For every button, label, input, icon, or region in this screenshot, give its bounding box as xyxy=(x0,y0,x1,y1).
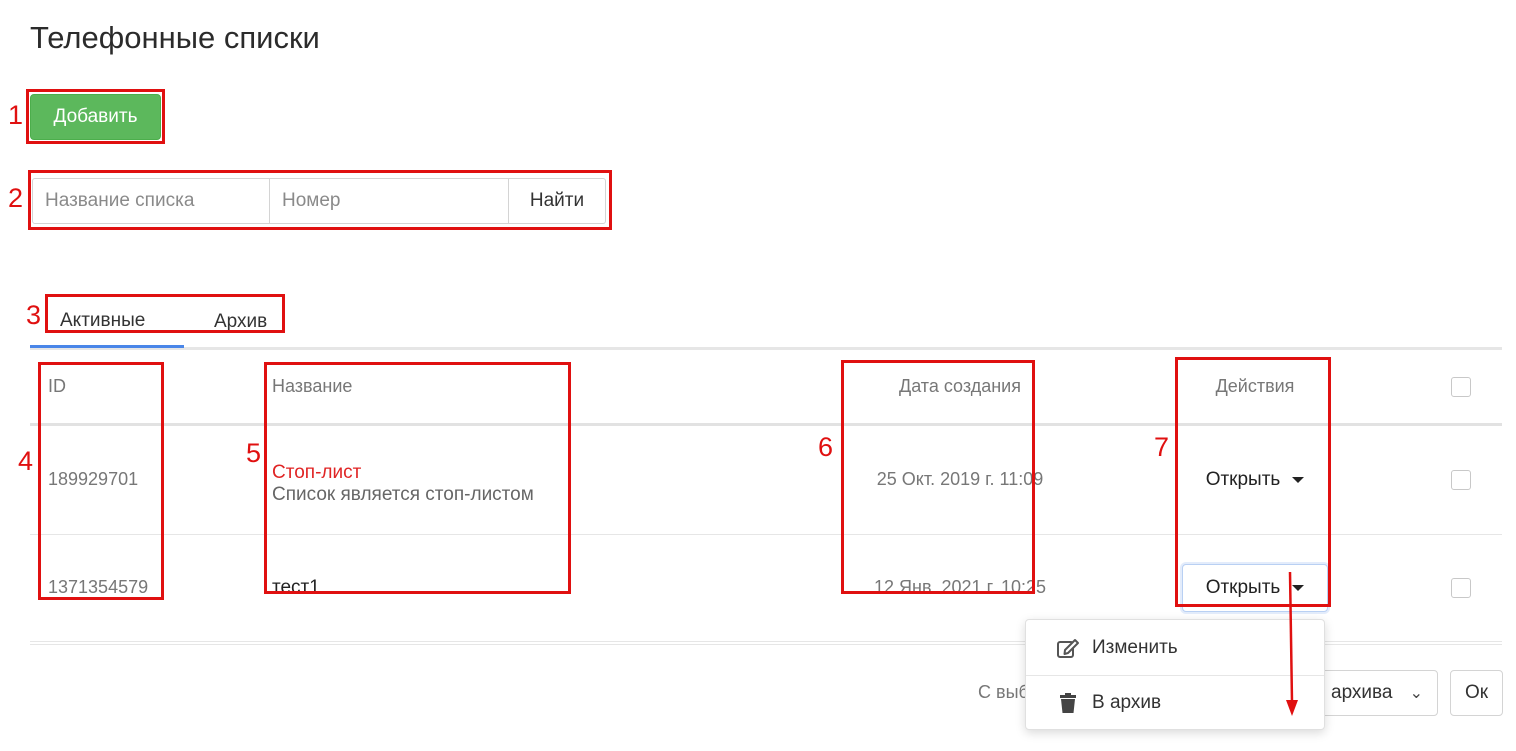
bulk-action-label: С выб xyxy=(978,682,1029,702)
dropdown-item-edit[interactable]: Изменить xyxy=(1026,620,1324,675)
select-all-checkbox[interactable] xyxy=(1451,376,1471,397)
annotation-number: 6 xyxy=(818,432,834,462)
row-id: 189929701 xyxy=(30,424,270,535)
open-dropdown-button[interactable]: Открыть xyxy=(1182,455,1328,504)
row-actions-cell: Открыть xyxy=(1090,424,1420,535)
row-id: 1371354579 xyxy=(30,534,270,642)
row-name-cell: тест1 xyxy=(270,534,830,642)
header-select-all xyxy=(1420,350,1502,426)
caret-down-icon xyxy=(1292,476,1305,483)
dropdown-item-archive[interactable]: В архив xyxy=(1026,675,1324,730)
open-button-label: Открыть xyxy=(1205,576,1281,598)
row-name-cell: Стоп-лист Список является стоп-листом xyxy=(270,424,830,535)
dropdown-item-label: В архив xyxy=(1092,692,1162,713)
header-name: Название xyxy=(270,350,830,426)
actions-dropdown-menu: Изменить В архив xyxy=(1025,619,1325,730)
ok-button[interactable]: Ок xyxy=(1450,670,1503,716)
list-name-input[interactable] xyxy=(32,178,270,224)
row-date: 25 Окт. 2019 г. 11:09 xyxy=(830,424,1090,535)
header-actions: Действия xyxy=(1090,350,1420,426)
row-name[interactable]: тест1 xyxy=(272,577,320,598)
row-checkbox[interactable] xyxy=(1451,578,1471,599)
header-date: Дата создания xyxy=(830,350,1090,426)
caret-down-icon xyxy=(1292,584,1305,591)
tabs: Активные Архив xyxy=(30,296,1502,350)
annotation-number: 7 xyxy=(1154,432,1170,462)
table-header-row: ID Название Дата создания Действия xyxy=(30,350,1502,426)
row-check-cell xyxy=(1420,424,1502,535)
number-input[interactable] xyxy=(270,178,509,224)
phone-lists-table: ID Название Дата создания Действия 18992… xyxy=(30,350,1502,642)
row-name[interactable]: Стоп-лист xyxy=(272,462,830,484)
annotation-number: 1 xyxy=(8,100,24,130)
annotation-number: 5 xyxy=(246,438,262,468)
page-title: Телефонные списки xyxy=(30,20,320,55)
trash-icon xyxy=(1060,693,1076,713)
search-form: Найти xyxy=(32,178,606,224)
annotation-number: 3 xyxy=(26,300,42,330)
row-check-cell xyxy=(1420,534,1502,642)
find-button[interactable]: Найти xyxy=(509,178,606,224)
chevron-down-icon: ⌄ xyxy=(1409,685,1423,702)
add-button[interactable]: Добавить xyxy=(30,94,161,140)
dropdown-item-label: Изменить xyxy=(1092,636,1178,658)
annotation-number: 4 xyxy=(18,446,34,476)
tab-active[interactable]: Активные xyxy=(30,296,184,348)
row-description: Список является стоп-листом xyxy=(272,483,534,505)
row-checkbox[interactable] xyxy=(1451,470,1471,491)
header-id: ID xyxy=(30,350,270,426)
bulk-select-value: архива xyxy=(1331,682,1393,703)
tab-archive[interactable]: Архив xyxy=(214,296,267,348)
annotation-number: 2 xyxy=(8,183,24,213)
edit-icon xyxy=(1057,638,1079,658)
open-button-label: Открыть xyxy=(1205,468,1281,490)
open-dropdown-button[interactable]: Открыть xyxy=(1182,563,1328,612)
